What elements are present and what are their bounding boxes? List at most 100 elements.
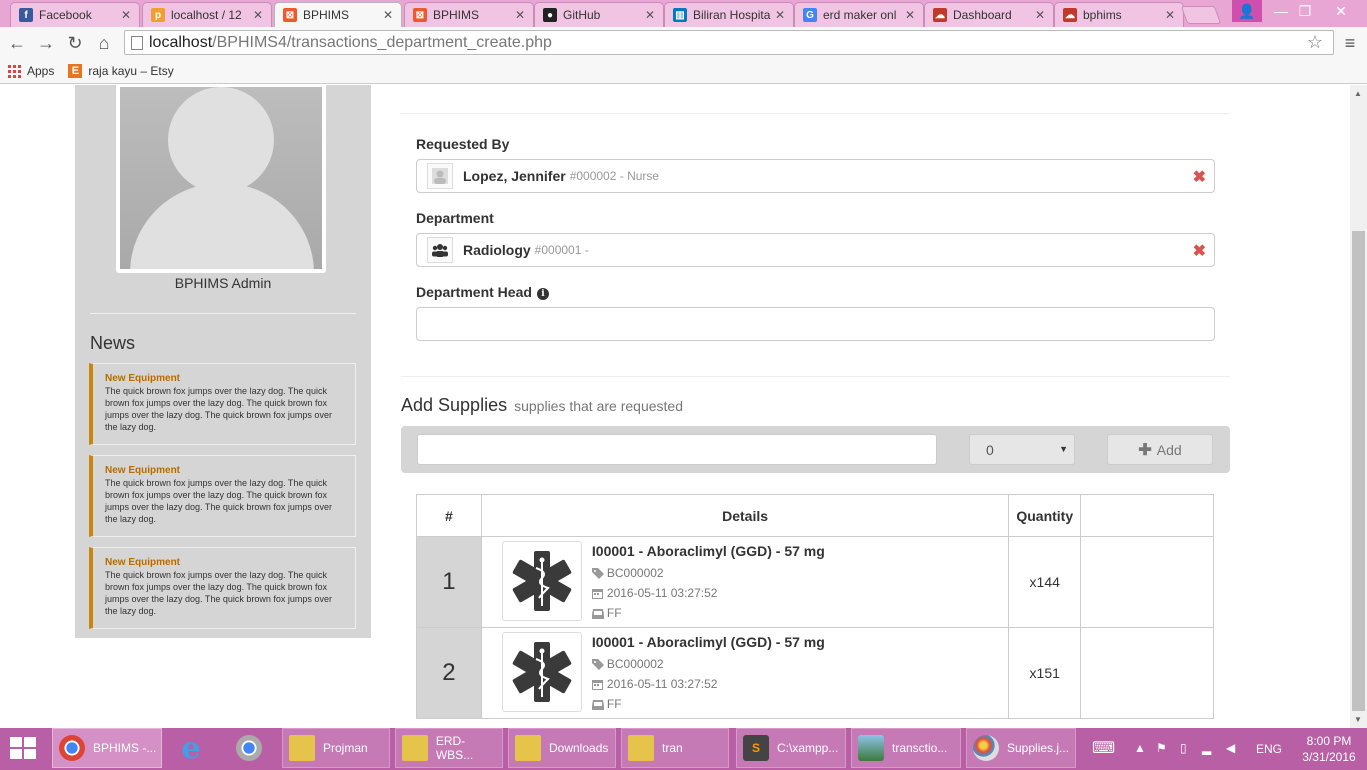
windows-start-icon[interactable] — [10, 737, 38, 761]
taskbar-item-folder-erd[interactable]: ERD-WBS... — [395, 728, 503, 768]
scrollbar-thumb[interactable] — [1352, 231, 1365, 711]
device-icon[interactable]: ▯ — [1180, 741, 1187, 755]
tab-dashboard[interactable]: ☁ Dashboard ✕ — [924, 2, 1054, 27]
apps-grid-icon — [8, 64, 21, 78]
bookmark-etsy[interactable]: E raja kayu – Etsy — [68, 64, 174, 78]
bookmark-apps[interactable]: Apps — [8, 64, 54, 78]
tab-title: Dashboard — [953, 8, 1012, 22]
add-supply-button[interactable]: ✚ Add — [1107, 434, 1213, 465]
tab-trello[interactable]: ▥ Biliran Hospita ✕ — [664, 2, 794, 27]
windows-taskbar: BPHIMS -... e Projman ERD-WBS... Downloa… — [0, 728, 1367, 770]
department-detail: #000001 - — [534, 243, 589, 257]
close-tab-icon[interactable]: ✕ — [253, 8, 263, 22]
tab-github[interactable]: ● GitHub ✕ — [534, 2, 664, 27]
taskbar-item-chrome[interactable]: BPHIMS -... — [52, 728, 162, 768]
flag-icon[interactable]: ⚑ — [1156, 741, 1167, 755]
forward-icon[interactable]: → — [34, 31, 58, 55]
quantity-select[interactable]: 0 ▼ — [969, 434, 1075, 465]
header-quantity: Quantity — [1008, 494, 1082, 537]
supply-title: I00001 - Aboraclimyl (GGD) - 57 mg — [591, 543, 825, 559]
taskbar-item-folder-projman[interactable]: Projman — [282, 728, 390, 768]
header-number: # — [416, 494, 482, 537]
remove-icon[interactable]: ✖ — [1193, 167, 1206, 187]
close-tab-icon[interactable]: ✕ — [383, 8, 393, 22]
taskbar-item-label: transctio... — [892, 741, 948, 755]
close-tab-icon[interactable]: ✕ — [775, 8, 785, 22]
department-name: Radiology — [463, 242, 531, 258]
requested-by-detail: #000002 - Nurse — [569, 169, 660, 183]
news-item-title[interactable]: New Equipment — [105, 557, 345, 568]
clock[interactable]: 8:00 PM 3/31/2016 — [1296, 733, 1362, 765]
browser-tab-strip: f Facebook ✕ p localhost / 12 ✕ ⊠ BPHIMS… — [0, 0, 1367, 27]
scroll-down-icon[interactable]: ▼ — [1354, 715, 1362, 724]
network-icon[interactable]: ▂ — [1202, 741, 1211, 755]
date-line: 2016-05-11 03:27:52 — [591, 583, 825, 603]
reload-icon[interactable]: ↻ — [63, 31, 87, 55]
show-hidden-icons-icon[interactable]: ▲ — [1134, 741, 1146, 755]
requested-by-name: Lopez, Jennifer — [463, 168, 566, 184]
remove-icon[interactable]: ✖ — [1193, 241, 1206, 261]
volume-icon[interactable]: ◀ — [1226, 741, 1235, 755]
taskbar-item-ie[interactable]: e — [172, 728, 222, 768]
row-actions — [1080, 536, 1214, 628]
form-divider — [401, 113, 1230, 114]
taskbar-item-image[interactable]: transctio... — [851, 728, 961, 768]
close-tab-icon[interactable]: ✕ — [645, 8, 655, 22]
page-icon — [131, 35, 143, 50]
user-profile-icon[interactable]: 👤 — [1232, 0, 1262, 22]
image-icon — [858, 735, 884, 761]
language-indicator[interactable]: ENG — [1256, 742, 1282, 756]
tab-bphims-cloud[interactable]: ☁ bphims ✕ — [1054, 2, 1184, 27]
transaction-form: Requested By Lopez, Jennifer #000002 - N… — [401, 85, 1230, 728]
tab-bphims-active[interactable]: ⊠ BPHIMS ✕ — [274, 2, 402, 27]
table-row: 2 I00001 - Aboraclimyl (GGD) - 57 mg BC0… — [416, 627, 1214, 719]
close-tab-icon[interactable]: ✕ — [905, 8, 915, 22]
department-head-field[interactable] — [416, 307, 1215, 341]
news-item-title[interactable]: New Equipment — [105, 373, 345, 384]
tab-google[interactable]: G erd maker onl ✕ — [794, 2, 924, 27]
row-details: I00001 - Aboraclimyl (GGD) - 57 mg BC000… — [480, 536, 1010, 628]
home-icon[interactable]: ⌂ — [92, 31, 116, 55]
close-tab-icon[interactable]: ✕ — [515, 8, 525, 22]
requested-by-select[interactable]: Lopez, Jennifer #000002 - Nurse ✖ — [416, 159, 1215, 193]
folder-icon — [402, 735, 428, 761]
avatar — [116, 85, 326, 273]
tab-phpmyadmin[interactable]: p localhost / 12 ✕ — [142, 2, 272, 27]
tab-title: BPHIMS — [433, 8, 480, 22]
close-window-button[interactable]: ✕ — [1326, 0, 1356, 22]
trello-icon: ▥ — [673, 8, 687, 22]
close-tab-icon[interactable]: ✕ — [121, 8, 131, 22]
taskbar-item-folder-downloads[interactable]: Downloads — [508, 728, 616, 768]
close-tab-icon[interactable]: ✕ — [1165, 8, 1175, 22]
news-item-title[interactable]: New Equipment — [105, 465, 345, 476]
news-item-body: The quick brown fox jumps over the lazy … — [105, 386, 332, 432]
supply-search-input[interactable] — [417, 434, 937, 465]
address-bar[interactable]: localhost/BPHIMS4/transactions_departmen… — [124, 30, 1334, 55]
folder-icon — [628, 735, 654, 761]
tab-facebook[interactable]: f Facebook ✕ — [10, 2, 140, 27]
taskbar-item-folder-tran[interactable]: tran — [621, 728, 729, 768]
taskbar-item-chrome-2[interactable] — [230, 728, 280, 768]
requested-by-label: Requested By — [416, 136, 510, 152]
keyboard-icon[interactable]: ⌨ — [1092, 738, 1115, 758]
medical-star-of-life-icon — [501, 632, 582, 712]
date-line: 2016-05-11 03:27:52 — [591, 674, 825, 694]
unit-value: FF — [606, 606, 622, 620]
department-select[interactable]: Radiology #000001 - ✖ — [416, 233, 1215, 267]
new-tab-button[interactable] — [1180, 6, 1222, 24]
add-button-label: Add — [1156, 441, 1182, 458]
tab-bphims[interactable]: ⊠ BPHIMS ✕ — [404, 2, 534, 27]
scroll-up-icon[interactable]: ▲ — [1354, 89, 1362, 98]
tab-title: GitHub — [563, 8, 601, 22]
page-scrollbar[interactable]: ▲ ▼ — [1350, 85, 1367, 728]
back-icon[interactable]: ← — [5, 31, 29, 55]
taskbar-item-paint[interactable]: Supplies.j... — [966, 728, 1076, 768]
menu-icon[interactable]: ≡ — [1338, 31, 1362, 55]
bookmark-star-icon[interactable]: ☆ — [1307, 32, 1323, 53]
taskbar-item-sublime[interactable]: S C:\xampp... — [736, 728, 846, 768]
supplies-table: # Details Quantity 1 I00001 - Aboraclimy… — [416, 494, 1214, 719]
taskbar-item-label: tran — [662, 741, 683, 755]
info-icon[interactable]: i — [536, 288, 549, 300]
maximize-button[interactable]: ❐ — [1290, 0, 1320, 22]
close-tab-icon[interactable]: ✕ — [1035, 8, 1045, 22]
